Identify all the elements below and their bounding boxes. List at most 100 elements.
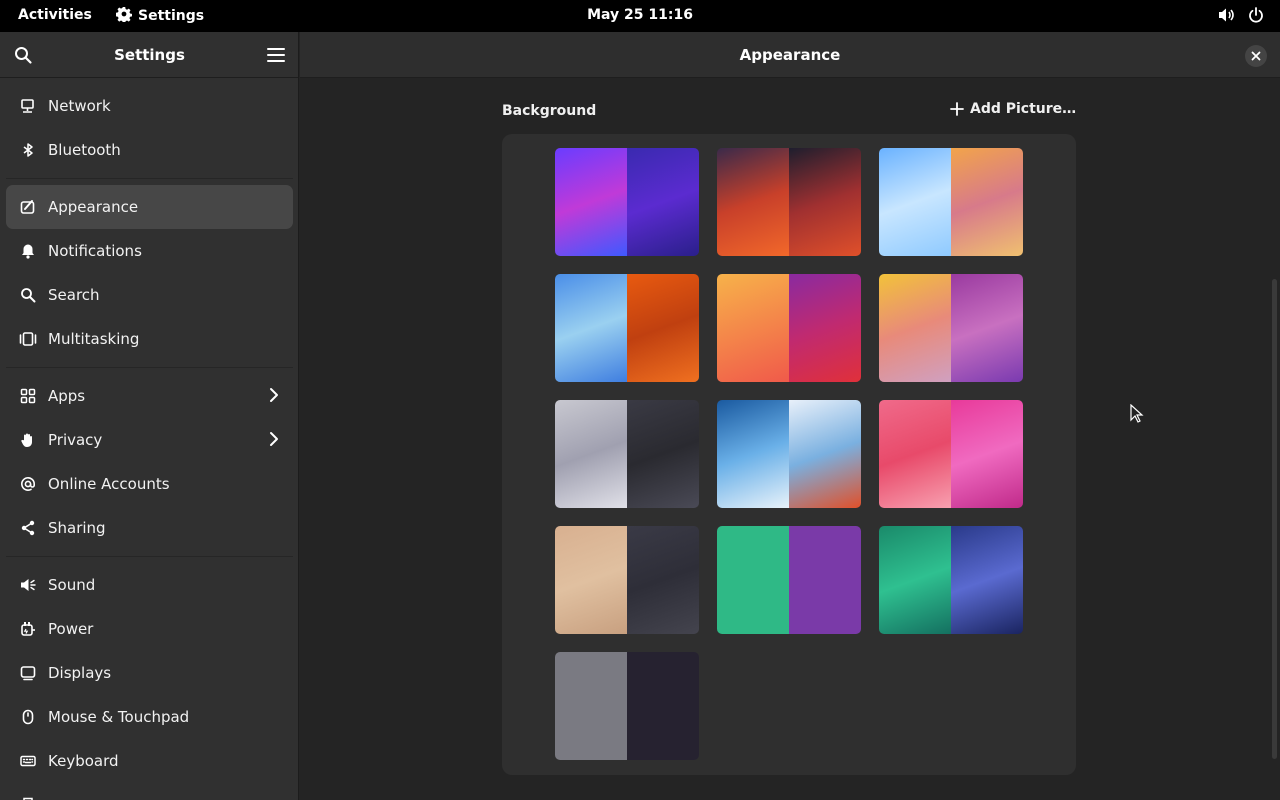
- at-icon: [19, 475, 37, 493]
- add-picture-button[interactable]: Add Picture…: [950, 101, 1076, 117]
- sidebar-item-network[interactable]: Network: [6, 84, 293, 128]
- sidebar-item-label: Network: [48, 97, 111, 115]
- apps-icon: [19, 387, 37, 405]
- sidebar-item-online-accounts[interactable]: Online Accounts: [6, 462, 293, 506]
- mouse-icon: [19, 708, 37, 726]
- sidebar-item-mouse-touchpad[interactable]: Mouse & Touchpad: [6, 695, 293, 739]
- main-menu-button[interactable]: [265, 45, 287, 65]
- wallpaper-light-variant: [555, 148, 627, 256]
- sidebar-item-displays[interactable]: Displays: [6, 651, 293, 695]
- sidebar-item-search[interactable]: Search: [6, 273, 293, 317]
- mouse-pointer-icon: [1130, 403, 1144, 428]
- top-bar: Activities Settings May 25 11:16: [0, 0, 1280, 32]
- wallpaper-gradient[interactable]: [717, 274, 861, 382]
- sidebar-item-power[interactable]: Power: [6, 607, 293, 651]
- wallpaper-light-variant: [555, 400, 627, 508]
- hand-icon: [19, 431, 37, 449]
- sidebar-item-label: Sharing: [48, 519, 106, 537]
- wallpaper-drool[interactable]: [717, 148, 861, 256]
- wallpaper-light-variant: [717, 400, 789, 508]
- sidebar-item-label: Mouse & Touchpad: [48, 708, 190, 726]
- wallpaper-light-variant: [879, 400, 951, 508]
- wallpaper-dark-variant: [951, 400, 1023, 508]
- wallpaper-light-variant: [555, 652, 627, 760]
- wallpaper-dark-variant: [951, 148, 1023, 256]
- add-picture-label: Add Picture…: [970, 101, 1077, 117]
- activities-button[interactable]: Activities: [18, 7, 92, 23]
- system-status-area[interactable]: [1218, 7, 1264, 27]
- sidebar-item-printers[interactable]: [6, 783, 293, 800]
- sidebar-item-sharing[interactable]: Sharing: [6, 506, 293, 550]
- power-plug-icon: [19, 620, 37, 638]
- sidebar-list: Network Bluetooth Appearance Notifications S…: [0, 84, 299, 800]
- app-name-label: Settings: [138, 8, 205, 24]
- sidebar-item-notifications[interactable]: Notifications: [6, 229, 293, 273]
- wallpaper-light-variant: [555, 274, 627, 382]
- wallpaper-petals[interactable]: [879, 274, 1023, 382]
- multitasking-icon: [19, 330, 37, 348]
- wallpaper-dark-variant: [789, 148, 861, 256]
- display-icon: [19, 664, 37, 682]
- sidebar-item-label: Search: [48, 286, 100, 304]
- wallpaper-checks[interactable]: [879, 526, 1023, 634]
- chevron-right-icon: [269, 387, 279, 407]
- sidebar-item-privacy[interactable]: Privacy: [6, 418, 293, 462]
- wallpaper-blobs[interactable]: [555, 148, 699, 256]
- wallpaper-pills[interactable]: [879, 400, 1023, 508]
- keyboard-icon: [19, 752, 37, 770]
- wallpaper-light-variant: [879, 274, 951, 382]
- settings-window: Settings Network Bluetooth Appearance Notif…: [0, 32, 1280, 800]
- wallpaper-light-variant: [717, 274, 789, 382]
- sidebar-item-label: Privacy: [48, 431, 103, 449]
- power-icon: [1248, 7, 1264, 27]
- wallpaper-light-variant: [879, 526, 951, 634]
- page-title: Appearance: [739, 46, 841, 64]
- sidebar-item-label: Sound: [48, 576, 96, 594]
- sidebar-item-appearance[interactable]: Appearance: [6, 185, 293, 229]
- content-header: Appearance: [300, 32, 1280, 78]
- sidebar: Settings Network Bluetooth Appearance Notif…: [0, 32, 299, 800]
- speaker-icon: [19, 576, 37, 594]
- close-button[interactable]: [1245, 45, 1267, 67]
- sidebar-item-label: Power: [48, 620, 94, 638]
- sidebar-item-multitasking[interactable]: Multitasking: [6, 317, 293, 361]
- wallpaper-dark-variant: [627, 148, 699, 256]
- wallpaper-dark-variant: [627, 400, 699, 508]
- scrollbar[interactable]: [1272, 279, 1277, 759]
- wallpaper-solid-green-purple[interactable]: [717, 526, 861, 634]
- wallpaper-blocks[interactable]: [555, 400, 699, 508]
- background-section-label: Background: [502, 103, 597, 119]
- sidebar-separator: [6, 367, 293, 368]
- appearance-icon: [19, 198, 37, 216]
- wallpaper-dark-variant: [627, 526, 699, 634]
- network-icon: [19, 97, 37, 115]
- sidebar-item-sound[interactable]: Sound: [6, 563, 293, 607]
- wallpaper-grid: [502, 134, 1076, 775]
- clock[interactable]: May 25 11:16: [587, 7, 693, 23]
- sidebar-header: Settings: [0, 32, 298, 78]
- wallpaper-light-variant: [717, 148, 789, 256]
- sidebar-item-keyboard[interactable]: Keyboard: [6, 739, 293, 783]
- wallpaper-light-variant: [555, 526, 627, 634]
- wallpaper-stripes[interactable]: [717, 400, 861, 508]
- sidebar-item-apps[interactable]: Apps: [6, 374, 293, 418]
- wallpaper-dark-variant: [627, 652, 699, 760]
- search-icon: [19, 286, 37, 304]
- wallpaper-vnc[interactable]: [879, 148, 1023, 256]
- wallpaper-toys[interactable]: [555, 526, 699, 634]
- wallpaper-drops[interactable]: [555, 274, 699, 382]
- wallpaper-plain-gray[interactable]: [555, 652, 699, 760]
- app-menu-button[interactable]: Settings: [115, 6, 205, 26]
- close-icon: [1251, 51, 1261, 61]
- wallpaper-dark-variant: [789, 400, 861, 508]
- volume-icon: [1218, 7, 1236, 27]
- sidebar-title: Settings: [114, 46, 185, 64]
- chevron-right-icon: [269, 431, 279, 451]
- wallpaper-light-variant: [879, 148, 951, 256]
- sidebar-item-bluetooth[interactable]: Bluetooth: [6, 128, 293, 172]
- search-button[interactable]: [12, 44, 34, 66]
- hamburger-icon: [267, 48, 285, 62]
- wallpaper-dark-variant: [789, 274, 861, 382]
- wallpaper-dark-variant: [789, 526, 861, 634]
- appearance-page: Background Add Picture…: [300, 79, 1280, 800]
